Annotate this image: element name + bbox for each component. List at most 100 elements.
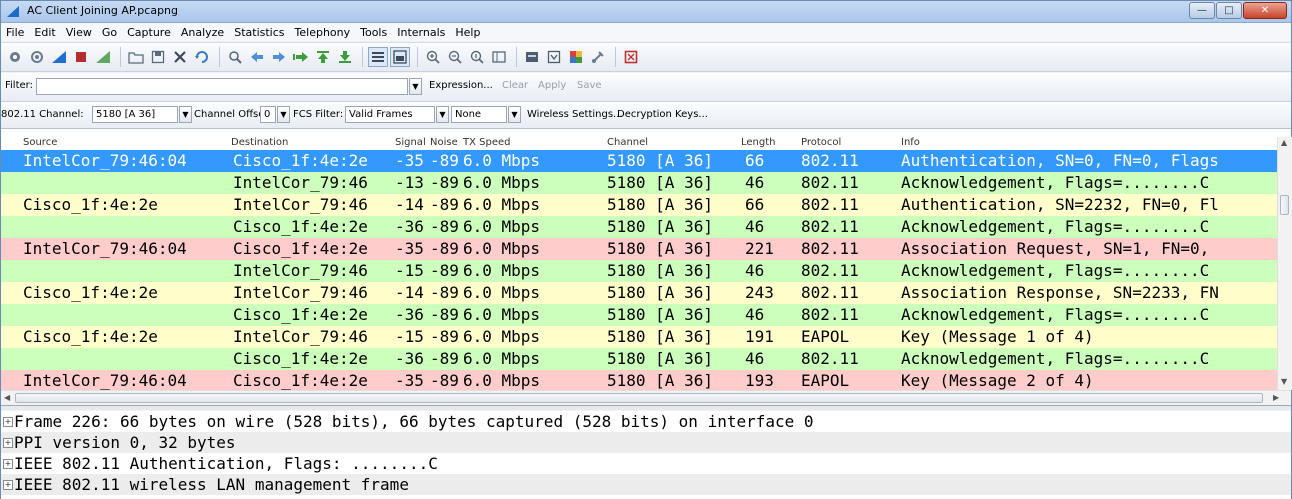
column-header-length[interactable]: Length bbox=[741, 137, 776, 148]
detail-tree-item[interactable]: + IEEE 802.11 wireless LAN management fra… bbox=[1, 474, 1291, 495]
menu-analyze[interactable]: Analyze bbox=[176, 26, 229, 39]
save-file-icon[interactable] bbox=[148, 47, 168, 67]
preferences-icon[interactable] bbox=[588, 47, 608, 67]
column-header-source[interactable]: Source bbox=[23, 137, 57, 148]
go-last-icon[interactable] bbox=[335, 47, 355, 67]
channel-offset-select[interactable]: 0 bbox=[260, 106, 276, 123]
packet-row[interactable]: IntelCor_79:46 -15 -89 6.0 Mbps 5180 [A 36] 4… bbox=[1, 260, 1277, 282]
coloring-rules-icon[interactable] bbox=[566, 47, 586, 67]
detail-tree-item[interactable]: + Frame 226: 66 bytes on wire (528 bits),… bbox=[1, 411, 1291, 432]
scroll-down-icon[interactable]: ▼ bbox=[1281, 377, 1287, 386]
detail-tree-item[interactable]: + PPI version 0, 32 bytes bbox=[1, 432, 1291, 453]
packet-row[interactable]: IntelCor_79:46:04 Cisco_1f:4e:2e -35 -89 6.0… bbox=[1, 370, 1277, 390]
menu-statistics[interactable]: Statistics bbox=[229, 26, 289, 39]
horizontal-scroll-thumb[interactable] bbox=[15, 393, 1263, 403]
packet-row[interactable]: IntelCor_79:46 -13 -89 6.0 Mbps 5180 [A 36] 4… bbox=[1, 172, 1277, 194]
pane-splitter[interactable] bbox=[1, 406, 1291, 410]
packet-row[interactable]: Cisco_1f:4e:2e IntelCor_79:46 -14 -89 6.0 Mb… bbox=[1, 282, 1277, 304]
close-window-button[interactable]: ✕ bbox=[1243, 2, 1287, 19]
close-file-icon[interactable] bbox=[170, 47, 190, 67]
zoom-in-icon[interactable] bbox=[423, 47, 443, 67]
menu-internals[interactable]: Internals bbox=[392, 26, 450, 39]
help-icon[interactable] bbox=[621, 47, 641, 67]
fcs-filter-dropdown[interactable]: ▼ bbox=[436, 106, 449, 123]
channel-select[interactable]: 5180 [A 36] bbox=[92, 106, 178, 123]
open-file-icon[interactable] bbox=[126, 47, 146, 67]
packet-row[interactable]: Cisco_1f:4e:2e -36 -89 6.0 Mbps 5180 [A 36] 4… bbox=[1, 216, 1277, 238]
packet-cell-noise: -89 bbox=[430, 239, 459, 258]
find-packet-icon[interactable] bbox=[225, 47, 245, 67]
channel-dropdown[interactable]: ▼ bbox=[179, 106, 192, 123]
channel-offset-dropdown[interactable]: ▼ bbox=[277, 106, 290, 123]
save-filter-button[interactable]: Save bbox=[577, 80, 602, 91]
go-back-icon[interactable] bbox=[247, 47, 267, 67]
start-capture-icon[interactable] bbox=[49, 47, 69, 67]
column-header-signal[interactable]: Signal bbox=[395, 137, 426, 148]
expand-plus-icon[interactable]: + bbox=[3, 417, 13, 427]
column-header-tx-speed[interactable]: TX Speed bbox=[463, 137, 511, 148]
scroll-up-icon[interactable]: ▲ bbox=[1281, 138, 1287, 147]
go-to-packet-icon[interactable] bbox=[291, 47, 311, 67]
colorize-icon[interactable] bbox=[368, 47, 388, 67]
column-header-info[interactable]: Info bbox=[901, 137, 920, 148]
decryption-mode-dropdown[interactable]: ▼ bbox=[508, 106, 521, 123]
menu-file[interactable]: File bbox=[1, 26, 29, 39]
menu-edit[interactable]: Edit bbox=[29, 26, 60, 39]
expand-plus-icon[interactable]: + bbox=[3, 438, 13, 448]
clear-filter-button[interactable]: Clear bbox=[502, 80, 528, 91]
toolbar-separator bbox=[219, 47, 220, 67]
column-header-noise[interactable]: Noise bbox=[430, 137, 458, 148]
packet-list-horizontal-scrollbar[interactable]: ◀ ▶ bbox=[1, 390, 1291, 405]
apply-filter-button[interactable]: Apply bbox=[538, 80, 566, 91]
packet-row[interactable]: IntelCor_79:46:04 Cisco_1f:4e:2e -35 -89 6.0… bbox=[1, 238, 1277, 260]
capture-filters-icon[interactable] bbox=[522, 47, 542, 67]
expand-plus-icon[interactable]: + bbox=[3, 480, 13, 490]
fcs-filter-select[interactable]: Valid Frames bbox=[345, 106, 435, 123]
menu-tools[interactable]: Tools bbox=[355, 26, 392, 39]
decryption-keys-button[interactable]: Decryption Keys... bbox=[617, 109, 708, 120]
packet-row[interactable]: Cisco_1f:4e:2e IntelCor_79:46 -15 -89 6.0 Mb… bbox=[1, 326, 1277, 348]
zoom-normal-icon[interactable] bbox=[467, 47, 487, 67]
restart-capture-icon[interactable] bbox=[93, 47, 113, 67]
display-filter-input[interactable] bbox=[36, 78, 408, 95]
menu-help[interactable]: Help bbox=[450, 26, 485, 39]
packet-cell-info: Authentication, SN=2232, FN=0, Fl bbox=[901, 195, 1219, 214]
interface-list-icon[interactable] bbox=[5, 47, 25, 67]
menu-telephony[interactable]: Telephony bbox=[290, 26, 356, 39]
filter-history-dropdown[interactable]: ▼ bbox=[409, 78, 422, 95]
decryption-mode-select[interactable]: None bbox=[451, 106, 507, 123]
packet-row[interactable]: IntelCor_79:46:04 Cisco_1f:4e:2e -35 -89 6.0… bbox=[1, 150, 1277, 172]
column-header-channel[interactable]: Channel bbox=[607, 137, 648, 148]
expand-plus-icon[interactable]: + bbox=[3, 459, 13, 469]
reload-icon[interactable] bbox=[192, 47, 212, 67]
menu-go[interactable]: Go bbox=[97, 26, 122, 39]
go-first-icon[interactable] bbox=[313, 47, 333, 67]
zoom-out-icon[interactable] bbox=[445, 47, 465, 67]
packet-cell-signal: -35 bbox=[395, 239, 424, 258]
packet-cell-length: 66 bbox=[745, 151, 765, 170]
resize-columns-icon[interactable] bbox=[489, 47, 509, 67]
minimize-button[interactable]: — bbox=[1189, 2, 1215, 19]
capture-options-icon[interactable] bbox=[27, 47, 47, 67]
packet-row[interactable]: Cisco_1f:4e:2e -36 -89 6.0 Mbps 5180 [A 36] 4… bbox=[1, 304, 1277, 326]
menu-view[interactable]: View bbox=[61, 26, 97, 39]
scroll-right-icon[interactable]: ▶ bbox=[1273, 393, 1279, 402]
packet-list-vertical-scrollbar[interactable]: ▲ ▼ bbox=[1277, 137, 1292, 390]
display-filters-icon[interactable] bbox=[544, 47, 564, 67]
maximize-button[interactable]: □ bbox=[1216, 2, 1242, 19]
column-header-protocol[interactable]: Protocol bbox=[801, 137, 841, 148]
packet-row[interactable]: Cisco_1f:4e:2e IntelCor_79:46 -14 -89 6.0 Mb… bbox=[1, 194, 1277, 216]
detail-tree-item[interactable]: + IEEE 802.11 Authentication, Flags: ....… bbox=[1, 453, 1291, 474]
vertical-scroll-thumb[interactable] bbox=[1280, 195, 1289, 215]
scroll-left-icon[interactable]: ◀ bbox=[4, 393, 10, 402]
wireless-settings-button[interactable]: Wireless Settings... bbox=[527, 109, 623, 120]
auto-scroll-icon[interactable] bbox=[390, 47, 410, 67]
packet-cell-signal: -15 bbox=[395, 261, 424, 280]
go-forward-icon[interactable] bbox=[269, 47, 289, 67]
expression-button[interactable]: Expression... bbox=[429, 80, 493, 91]
column-header-destination[interactable]: Destination bbox=[231, 137, 288, 148]
menu-capture[interactable]: Capture bbox=[122, 26, 176, 39]
stop-capture-icon[interactable] bbox=[71, 47, 91, 67]
packet-row[interactable]: Cisco_1f:4e:2e -36 -89 6.0 Mbps 5180 [A 36] 4… bbox=[1, 348, 1277, 370]
packet-cell-destination: Cisco_1f:4e:2e bbox=[233, 151, 368, 170]
